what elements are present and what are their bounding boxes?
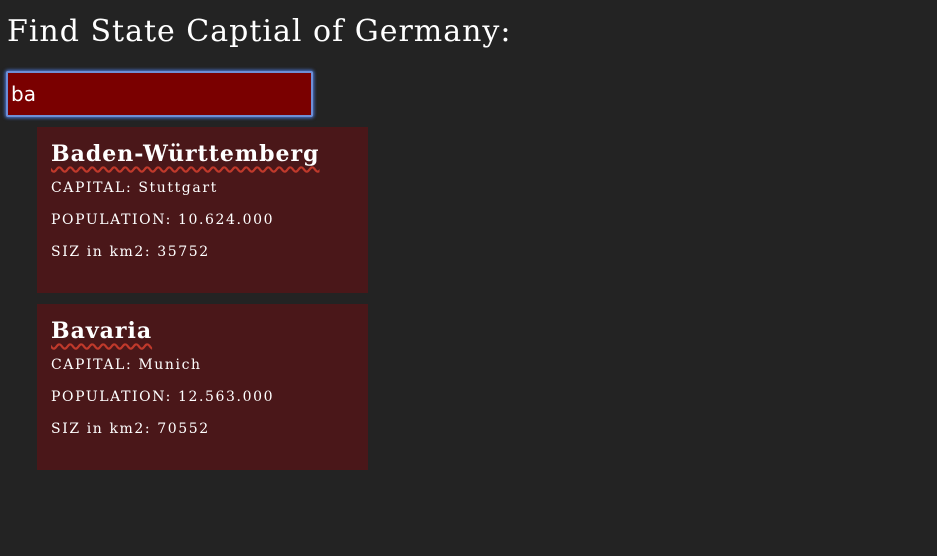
state-card: Bavaria CAPITAL: Munich POPULATION: 12.5…: [37, 304, 368, 470]
state-name: Bavaria: [51, 316, 354, 346]
state-card: Baden-Württemberg CAPITAL: Stuttgart POP…: [37, 127, 368, 293]
search-input[interactable]: [8, 73, 311, 115]
state-name-text: Baden-Württemberg: [51, 141, 320, 167]
results-list: Baden-Württemberg CAPITAL: Stuttgart POP…: [37, 127, 368, 481]
state-size: SIZ in km2: 35752: [51, 244, 210, 260]
state-population: POPULATION: 12.563.000: [51, 389, 275, 405]
state-population: POPULATION: 10.624.000: [51, 212, 275, 228]
page-title: Find State Captial of Germany:: [7, 14, 512, 49]
state-size: SIZ in km2: 70552: [51, 421, 210, 437]
state-capital: CAPITAL: Munich: [51, 357, 202, 373]
state-capital: CAPITAL: Stuttgart: [51, 180, 218, 196]
search-field[interactable]: [6, 71, 313, 117]
state-name: Baden-Württemberg: [51, 139, 354, 169]
state-name-text: Bavaria: [51, 318, 153, 344]
page: Find State Captial of Germany: Baden-Wür…: [0, 0, 937, 556]
